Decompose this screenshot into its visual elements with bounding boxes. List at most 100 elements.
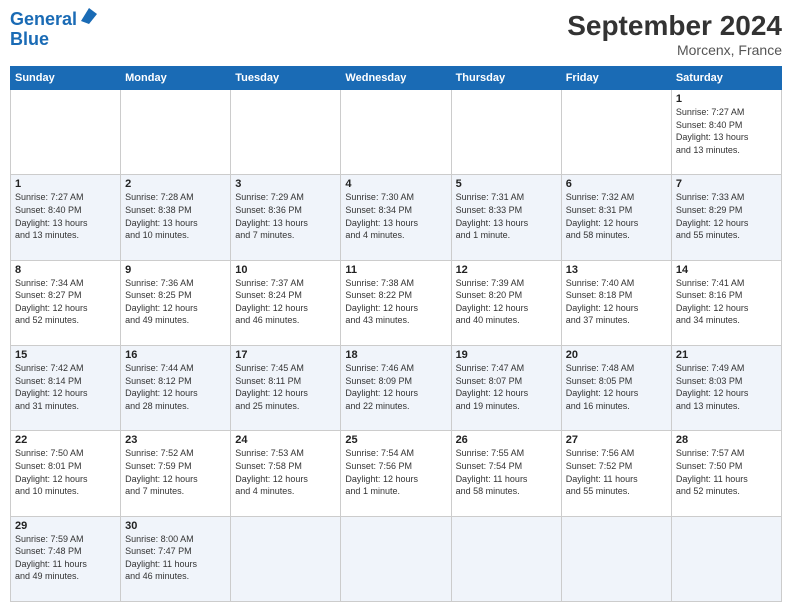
day-number: 15 [15,349,116,361]
day-info: Sunrise: 7:31 AMSunset: 8:33 PMDaylight:… [456,191,557,241]
table-row [231,90,341,175]
day-number: 1 [676,93,777,105]
table-row: 14Sunrise: 7:41 AMSunset: 8:16 PMDayligh… [671,260,781,345]
logo-blue: Blue [10,29,49,49]
day-number: 21 [676,349,777,361]
table-row: 24Sunrise: 7:53 AMSunset: 7:58 PMDayligh… [231,431,341,516]
day-info: Sunrise: 7:50 AMSunset: 8:01 PMDaylight:… [15,447,116,497]
day-number: 17 [235,349,336,361]
day-number: 23 [125,434,226,446]
day-info: Sunrise: 7:34 AMSunset: 8:27 PMDaylight:… [15,277,116,327]
table-row [561,516,671,601]
table-row: 23Sunrise: 7:52 AMSunset: 7:59 PMDayligh… [121,431,231,516]
calendar-week-row: 1Sunrise: 7:27 AMSunset: 8:40 PMDaylight… [11,90,782,175]
table-row [231,516,341,601]
day-number: 2 [125,178,226,190]
day-number: 19 [456,349,557,361]
day-info: Sunrise: 7:33 AMSunset: 8:29 PMDaylight:… [676,191,777,241]
table-row: 19Sunrise: 7:47 AMSunset: 8:07 PMDayligh… [451,345,561,430]
day-info: Sunrise: 7:28 AMSunset: 8:38 PMDaylight:… [125,191,226,241]
table-row: 3Sunrise: 7:29 AMSunset: 8:36 PMDaylight… [231,175,341,260]
day-number: 9 [125,264,226,276]
day-number: 16 [125,349,226,361]
day-number: 22 [15,434,116,446]
table-row: 26Sunrise: 7:55 AMSunset: 7:54 PMDayligh… [451,431,561,516]
day-number: 29 [15,520,116,532]
day-info: Sunrise: 8:00 AMSunset: 7:47 PMDaylight:… [125,533,226,583]
day-number: 26 [456,434,557,446]
table-row: 29Sunrise: 7:59 AMSunset: 7:48 PMDayligh… [11,516,121,601]
title-block: September 2024 Morcenx, France [567,10,782,58]
day-number: 1 [15,178,116,190]
day-info: Sunrise: 7:37 AMSunset: 8:24 PMDaylight:… [235,277,336,327]
day-info: Sunrise: 7:27 AMSunset: 8:40 PMDaylight:… [15,191,116,241]
day-info: Sunrise: 7:36 AMSunset: 8:25 PMDaylight:… [125,277,226,327]
day-info: Sunrise: 7:42 AMSunset: 8:14 PMDaylight:… [15,362,116,412]
table-row: 22Sunrise: 7:50 AMSunset: 8:01 PMDayligh… [11,431,121,516]
day-number: 18 [345,349,446,361]
day-info: Sunrise: 7:44 AMSunset: 8:12 PMDaylight:… [125,362,226,412]
table-row [451,90,561,175]
calendar-header-row: Sunday Monday Tuesday Wednesday Thursday… [11,67,782,90]
table-row: 11Sunrise: 7:38 AMSunset: 8:22 PMDayligh… [341,260,451,345]
table-row: 12Sunrise: 7:39 AMSunset: 8:20 PMDayligh… [451,260,561,345]
day-info: Sunrise: 7:27 AMSunset: 8:40 PMDaylight:… [676,106,777,156]
day-number: 24 [235,434,336,446]
table-row: 5Sunrise: 7:31 AMSunset: 8:33 PMDaylight… [451,175,561,260]
day-info: Sunrise: 7:52 AMSunset: 7:59 PMDaylight:… [125,447,226,497]
day-info: Sunrise: 7:29 AMSunset: 8:36 PMDaylight:… [235,191,336,241]
day-info: Sunrise: 7:38 AMSunset: 8:22 PMDaylight:… [345,277,446,327]
table-row [341,90,451,175]
day-info: Sunrise: 7:39 AMSunset: 8:20 PMDaylight:… [456,277,557,327]
day-number: 25 [345,434,446,446]
month-title: September 2024 [567,10,782,42]
day-number: 28 [676,434,777,446]
table-row [671,516,781,601]
day-number: 12 [456,264,557,276]
day-number: 10 [235,264,336,276]
day-info: Sunrise: 7:32 AMSunset: 8:31 PMDaylight:… [566,191,667,241]
logo-icon [79,6,99,26]
calendar-table: Sunday Monday Tuesday Wednesday Thursday… [10,66,782,602]
day-number: 4 [345,178,446,190]
day-info: Sunrise: 7:45 AMSunset: 8:11 PMDaylight:… [235,362,336,412]
table-row [11,90,121,175]
table-row: 25Sunrise: 7:54 AMSunset: 7:56 PMDayligh… [341,431,451,516]
table-row [561,90,671,175]
col-tuesday: Tuesday [231,67,341,90]
table-row: 15Sunrise: 7:42 AMSunset: 8:14 PMDayligh… [11,345,121,430]
table-row: 9Sunrise: 7:36 AMSunset: 8:25 PMDaylight… [121,260,231,345]
day-number: 27 [566,434,667,446]
table-row: 17Sunrise: 7:45 AMSunset: 8:11 PMDayligh… [231,345,341,430]
table-row: 1Sunrise: 7:27 AMSunset: 8:40 PMDaylight… [11,175,121,260]
header: General Blue September 2024 Morcenx, Fra… [10,10,782,58]
day-info: Sunrise: 7:47 AMSunset: 8:07 PMDaylight:… [456,362,557,412]
table-row: 28Sunrise: 7:57 AMSunset: 7:50 PMDayligh… [671,431,781,516]
day-info: Sunrise: 7:53 AMSunset: 7:58 PMDaylight:… [235,447,336,497]
table-row: 1Sunrise: 7:27 AMSunset: 8:40 PMDaylight… [671,90,781,175]
day-info: Sunrise: 7:40 AMSunset: 8:18 PMDaylight:… [566,277,667,327]
day-number: 3 [235,178,336,190]
table-row [121,90,231,175]
day-number: 8 [15,264,116,276]
logo-text: General [10,10,77,30]
day-info: Sunrise: 7:49 AMSunset: 8:03 PMDaylight:… [676,362,777,412]
calendar-week-row: 1Sunrise: 7:27 AMSunset: 8:40 PMDaylight… [11,175,782,260]
day-info: Sunrise: 7:59 AMSunset: 7:48 PMDaylight:… [15,533,116,583]
day-number: 6 [566,178,667,190]
table-row: 27Sunrise: 7:56 AMSunset: 7:52 PMDayligh… [561,431,671,516]
col-wednesday: Wednesday [341,67,451,90]
day-number: 11 [345,264,446,276]
table-row: 6Sunrise: 7:32 AMSunset: 8:31 PMDaylight… [561,175,671,260]
table-row: 10Sunrise: 7:37 AMSunset: 8:24 PMDayligh… [231,260,341,345]
day-info: Sunrise: 7:57 AMSunset: 7:50 PMDaylight:… [676,447,777,497]
day-info: Sunrise: 7:55 AMSunset: 7:54 PMDaylight:… [456,447,557,497]
day-info: Sunrise: 7:41 AMSunset: 8:16 PMDaylight:… [676,277,777,327]
table-row: 21Sunrise: 7:49 AMSunset: 8:03 PMDayligh… [671,345,781,430]
table-row: 18Sunrise: 7:46 AMSunset: 8:09 PMDayligh… [341,345,451,430]
day-number: 13 [566,264,667,276]
day-info: Sunrise: 7:54 AMSunset: 7:56 PMDaylight:… [345,447,446,497]
table-row [341,516,451,601]
page: General Blue September 2024 Morcenx, Fra… [0,0,792,612]
calendar-week-row: 15Sunrise: 7:42 AMSunset: 8:14 PMDayligh… [11,345,782,430]
